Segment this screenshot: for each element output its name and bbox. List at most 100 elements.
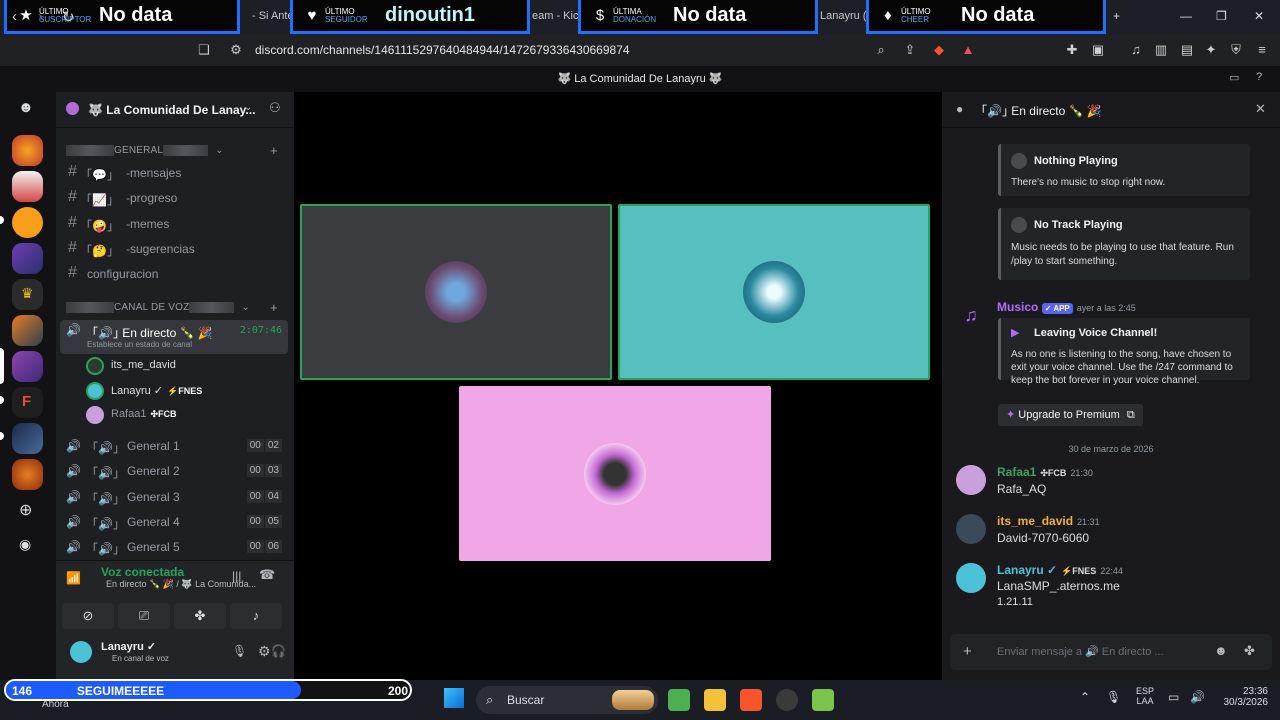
browser-tab[interactable]: eam - Kick xyxy=(532,10,584,22)
vpn-icon[interactable]: ⛨ xyxy=(1228,42,1244,58)
obs-icon[interactable] xyxy=(776,689,798,711)
address-bar[interactable]: discord.com/channels/1461115297640484944… xyxy=(255,43,630,57)
avatar[interactable] xyxy=(956,465,986,495)
channel-memes[interactable]: # ｢🤪｣ -memes xyxy=(66,213,286,235)
discover-icon[interactable]: ◉ xyxy=(19,536,31,553)
brave-rewards-icon[interactable]: ▲ xyxy=(960,42,976,58)
chevron-up-icon[interactable]: ⌃ xyxy=(1080,690,1090,704)
server-icon[interactable] xyxy=(12,459,43,490)
site-settings-icon[interactable]: ⚙ xyxy=(228,42,244,58)
emoji-icon[interactable]: ☻ xyxy=(1214,643,1228,658)
discord-home-icon[interactable]: ☻ xyxy=(18,99,34,116)
server-icon[interactable]: ♛ xyxy=(12,279,43,310)
screen-share-button[interactable]: ⎚ xyxy=(118,603,170,629)
inbox-icon[interactable]: ▭ xyxy=(1229,71,1239,84)
bookmark-icon[interactable]: ❏ xyxy=(196,42,212,58)
participant-tile[interactable] xyxy=(459,386,771,561)
headphones-icon[interactable]: 🎧 xyxy=(271,644,286,658)
voice-channel[interactable]: 🔊 ｢🔊｣ General 1 00 02 xyxy=(60,435,288,457)
forward-icon[interactable]: › xyxy=(38,8,43,25)
apps-icon[interactable]: ✤ xyxy=(1244,643,1255,659)
voice-channel[interactable]: 🔊 ｢🔊｣ General 5 00 06 xyxy=(60,536,288,558)
windows-start-icon[interactable] xyxy=(444,688,464,708)
voice-channel[interactable]: 🔊 ｢🔊｣ General 3 00 04 xyxy=(60,486,288,508)
add-member-icon[interactable]: ⚇ xyxy=(269,100,281,116)
message-input[interactable]: + Enviar mensaje a 🔊 En directo ... ☻ ✤ xyxy=(950,634,1272,670)
microphone-icon[interactable]: 🎙 xyxy=(1106,690,1121,704)
taskbar-search[interactable]: ⌕ Buscar xyxy=(476,686,658,714)
author-name[interactable]: its_me_david xyxy=(997,514,1073,528)
screenshot-icon[interactable]: ▣ xyxy=(1090,42,1106,58)
microphone-icon[interactable]: 🎙 xyxy=(232,644,247,658)
avatar[interactable] xyxy=(70,641,92,663)
activities-button[interactable]: ✤ xyxy=(174,603,226,629)
server-icon[interactable] xyxy=(12,171,43,202)
user-settings-icon[interactable]: ⚙ xyxy=(258,643,271,660)
brave-browser-icon[interactable] xyxy=(740,689,762,711)
chevron-down-icon[interactable]: ⌄ xyxy=(244,102,252,113)
share-icon[interactable]: ⇪ xyxy=(902,42,918,58)
avatar[interactable] xyxy=(956,514,986,544)
soundwave-icon[interactable]: ||| xyxy=(232,569,241,583)
camera-off-button[interactable]: ⊘ xyxy=(62,603,114,629)
voice-connected-channel[interactable]: En directo 🍾 🎉 / 🐺 La Comunida... xyxy=(50,579,256,590)
channel-sugerencias[interactable]: # ｢🤔｣ -sugerencias xyxy=(66,238,286,260)
server-icon[interactable] xyxy=(12,315,43,346)
voice-channel-en-directo[interactable]: 🔊 ｢🔊｣ En directo 🍾 🎉 2:07:46 Establece u… xyxy=(60,320,288,354)
reload-icon[interactable]: ↻ xyxy=(62,8,75,26)
add-attachment-icon[interactable]: + xyxy=(963,643,972,660)
voice-user[interactable]: Rafaa1 ✣FCB xyxy=(86,405,276,425)
category-general[interactable]: GENERAL ⌄ xyxy=(66,145,224,156)
server-icon[interactable]: F xyxy=(12,387,43,418)
volume-icon[interactable]: 🔊 xyxy=(1190,690,1205,704)
soundboard-button[interactable]: ♪ xyxy=(230,603,282,629)
add-channel-icon[interactable]: + xyxy=(270,300,278,315)
bot-name[interactable]: Musico xyxy=(997,300,1038,314)
channel-progreso[interactable]: # ｢📈｣ -progreso xyxy=(66,187,286,209)
voice-user[interactable]: its_me_david xyxy=(86,356,276,376)
language-indicator[interactable]: ESP LAA xyxy=(1136,686,1154,706)
add-channel-icon[interactable]: + xyxy=(270,143,278,158)
close-window-icon[interactable]: ✕ xyxy=(1254,9,1264,23)
close-icon[interactable]: ✕ xyxy=(1255,101,1266,117)
maximize-icon[interactable]: ❐ xyxy=(1216,9,1227,23)
avatar[interactable] xyxy=(956,563,986,593)
overwatch-server-icon[interactable] xyxy=(12,207,43,238)
media-icon[interactable]: ♫ xyxy=(1128,42,1144,58)
channel-configuracion[interactable]: # configuracion xyxy=(66,263,286,285)
menu-icon[interactable]: ≡ xyxy=(1254,42,1270,58)
extensions-icon[interactable]: ✚ xyxy=(1064,42,1080,58)
author-name[interactable]: Lanayru ✓ xyxy=(997,563,1057,577)
current-server-icon[interactable] xyxy=(12,351,43,382)
minecraft-launcher-icon[interactable] xyxy=(812,689,834,711)
server-icon[interactable] xyxy=(12,243,43,274)
participant-tile[interactable] xyxy=(300,204,612,380)
bot-avatar[interactable]: ♫ xyxy=(956,300,986,330)
category-voice[interactable]: CANAL DE VOZ ⌄ xyxy=(66,302,250,313)
clock[interactable]: 23:36 30/3/2026 xyxy=(1212,686,1269,708)
help-icon[interactable]: ? xyxy=(1256,71,1262,83)
server-icon[interactable] xyxy=(12,423,43,454)
minecraft-icon[interactable] xyxy=(668,689,690,711)
channel-status[interactable]: Establece un estado de canal xyxy=(87,340,192,349)
brave-shield-icon[interactable]: ◆ xyxy=(931,42,947,58)
channel-mensajes[interactable]: # ｢💬｣ -mensajes xyxy=(66,162,286,184)
disconnect-icon[interactable]: ☎ xyxy=(259,567,275,583)
network-icon[interactable]: ▭ xyxy=(1168,690,1179,704)
minimize-icon[interactable]: — xyxy=(1180,9,1192,23)
voice-channel[interactable]: 🔊 ｢🔊｣ General 4 00 05 xyxy=(60,511,288,533)
wallet-icon[interactable]: ▤ xyxy=(1179,42,1195,58)
voice-user[interactable]: Lanayru ✓ ⚡FNES xyxy=(86,381,276,401)
server-header[interactable]: 🐺 La Comunidad De Lanay... ⌄ ⚇ xyxy=(56,92,294,128)
sidebar-icon[interactable]: ▥ xyxy=(1153,42,1169,58)
upgrade-premium-button[interactable]: ✦ Upgrade to Premium ⧉ xyxy=(998,404,1143,426)
voice-channel[interactable]: 🔊 ｢🔊｣ General 2 00 03 xyxy=(60,460,288,482)
participant-tile[interactable] xyxy=(618,204,930,380)
new-tab-icon[interactable]: + xyxy=(1113,9,1120,23)
file-explorer-icon[interactable] xyxy=(704,689,726,711)
leo-icon[interactable]: ✦ xyxy=(1203,42,1219,58)
zoom-icon[interactable]: ⌕ xyxy=(873,42,889,58)
server-icon[interactable] xyxy=(12,135,43,166)
author-name[interactable]: Rafaa1 xyxy=(997,465,1036,479)
add-server-icon[interactable]: ⊕ xyxy=(19,500,32,520)
